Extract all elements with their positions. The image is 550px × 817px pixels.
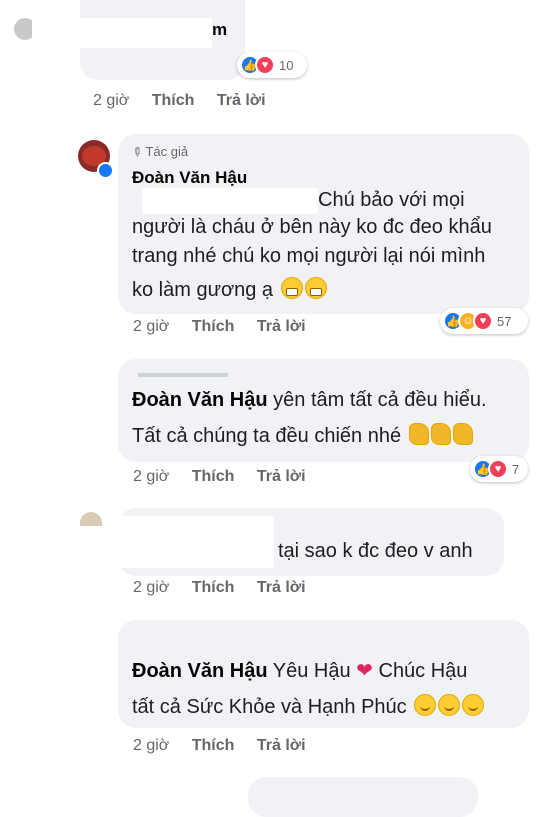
comment-author-name[interactable]: Đoàn Văn Hậu — [132, 168, 247, 188]
pencil-icon: ✎ — [128, 143, 146, 161]
comment-bubble-2: ✎ Tác giả Đoàn Văn Hậu Chú bảo với mọi n… — [118, 134, 529, 314]
grimacing-emoji-icon — [304, 277, 327, 299]
like-button[interactable]: Thích — [192, 737, 235, 755]
comment-line-4-text: ko làm gương ạ — [132, 279, 274, 301]
love-reaction-icon: ♥ — [488, 459, 508, 479]
comment-time[interactable]: 2 giờ — [93, 92, 129, 110]
redacted-area — [32, 18, 212, 48]
mentioned-name[interactable]: Đoàn Văn Hậu — [132, 389, 268, 411]
comment-actions-3: 2 giờ Thích Trả lời — [133, 468, 306, 486]
comment-actions-2: 2 giờ Thích Trả lời — [133, 318, 306, 336]
commenter-name-fragment[interactable]: m — [212, 20, 227, 40]
reaction-count: 7 — [512, 461, 520, 477]
grimacing-emoji-icon — [280, 277, 303, 299]
red-heart-emoji-icon: ❤ — [356, 660, 373, 682]
comment-bubble-4: tại sao k đc đeo v anh — [108, 508, 504, 576]
author-badge: ✎ Tác giả — [128, 143, 189, 161]
mentioned-name[interactable]: Đoàn Văn Hậu — [132, 660, 268, 682]
comment-actions-4: 2 giờ Thích Trả lời — [133, 579, 306, 597]
comment-line-1-tail: Chúc Hậu — [372, 660, 468, 682]
comment-bubble-6 — [248, 777, 478, 817]
comment-text: tại sao k đc đeo v anh — [278, 540, 473, 562]
redacted-area — [108, 516, 274, 568]
reply-button[interactable]: Trả lời — [217, 92, 266, 110]
redacted-area — [142, 188, 318, 214]
comment-line-1-text: yên tâm tất cả đều hiểu. — [267, 389, 487, 411]
reply-button[interactable]: Trả lời — [257, 318, 306, 336]
reaction-summary-2[interactable]: 👍 ☺ ♥ 57 — [440, 308, 528, 334]
comment-bubble-5: Đoàn Văn Hậu Yêu Hậu ❤ Chúc Hậu tất cả S… — [88, 620, 529, 728]
smiling-emoji-icon — [414, 694, 437, 716]
flexed-biceps-emoji-icon — [452, 423, 473, 445]
comment-actions-5: 2 giờ Thích Trả lời — [133, 737, 306, 755]
comment-bubble-3: Đoàn Văn Hậu yên tâm tất cả đều hiểu. Tấ… — [118, 359, 529, 462]
reaction-count: 10 — [279, 57, 294, 73]
comment-line-3: trang nhé chú ko mọi người lại nói mình — [132, 245, 486, 267]
smiling-emoji-icon — [438, 694, 461, 716]
like-button[interactable]: Thích — [152, 92, 195, 110]
love-reaction-icon: ♥ — [255, 55, 275, 75]
love-reaction-icon: ♥ — [473, 311, 493, 331]
smiling-emoji-icon — [462, 694, 485, 716]
author-badge-label: Tác giả — [145, 144, 189, 159]
comment-time[interactable]: 2 giờ — [133, 468, 169, 486]
comment-line-2-text: tất cả Sức Khỏe và Hạnh Phúc — [132, 696, 413, 718]
like-button[interactable]: Thích — [192, 318, 235, 336]
comment-line-1-text: Yêu Hậu — [267, 660, 357, 682]
reply-button[interactable]: Trả lời — [257, 468, 306, 486]
comment-line-2: Tất cả chúng ta đều chiến nhé — [132, 421, 473, 452]
reaction-count: 57 — [497, 313, 512, 329]
comment-time[interactable]: 2 giờ — [133, 737, 169, 755]
flexed-biceps-emoji-icon — [408, 423, 429, 445]
commenter-avatar[interactable] — [80, 512, 102, 526]
comment-time[interactable]: 2 giờ — [133, 579, 169, 597]
comment-line-1: Đoàn Văn Hậu Yêu Hậu ❤ Chúc Hậu — [132, 656, 467, 687]
comment-actions-1: 2 giờ Thích Trả lời — [93, 92, 266, 110]
comment-line-2: người là cháu ở bên này ko đc đeo khẩu — [132, 216, 492, 238]
comment-line-2: tất cả Sức Khỏe và Hạnh Phúc — [132, 692, 485, 723]
reply-button[interactable]: Trả lời — [257, 579, 306, 597]
reply-button[interactable]: Trả lời — [257, 737, 306, 755]
comment-time[interactable]: 2 giờ — [133, 318, 169, 336]
comment-line-1: Đoàn Văn Hậu yên tâm tất cả đều hiểu. — [132, 385, 487, 416]
comment-line-4: ko làm gương ạ — [132, 275, 327, 306]
reaction-summary-1[interactable]: 👍 ♥ 10 — [237, 52, 307, 78]
like-button[interactable]: Thích — [192, 579, 235, 597]
verified-badge-icon — [97, 162, 114, 179]
reaction-summary-3[interactable]: 👍 ♥ 7 — [470, 456, 528, 482]
comment-line-2-text: Tất cả chúng ta đều chiến nhé — [132, 425, 407, 447]
comment-bubble-1: m — [32, 0, 245, 80]
like-button[interactable]: Thích — [192, 468, 235, 486]
flexed-biceps-emoji-icon — [430, 423, 451, 445]
redacted-area — [88, 630, 118, 690]
redacted-area — [134, 363, 244, 385]
